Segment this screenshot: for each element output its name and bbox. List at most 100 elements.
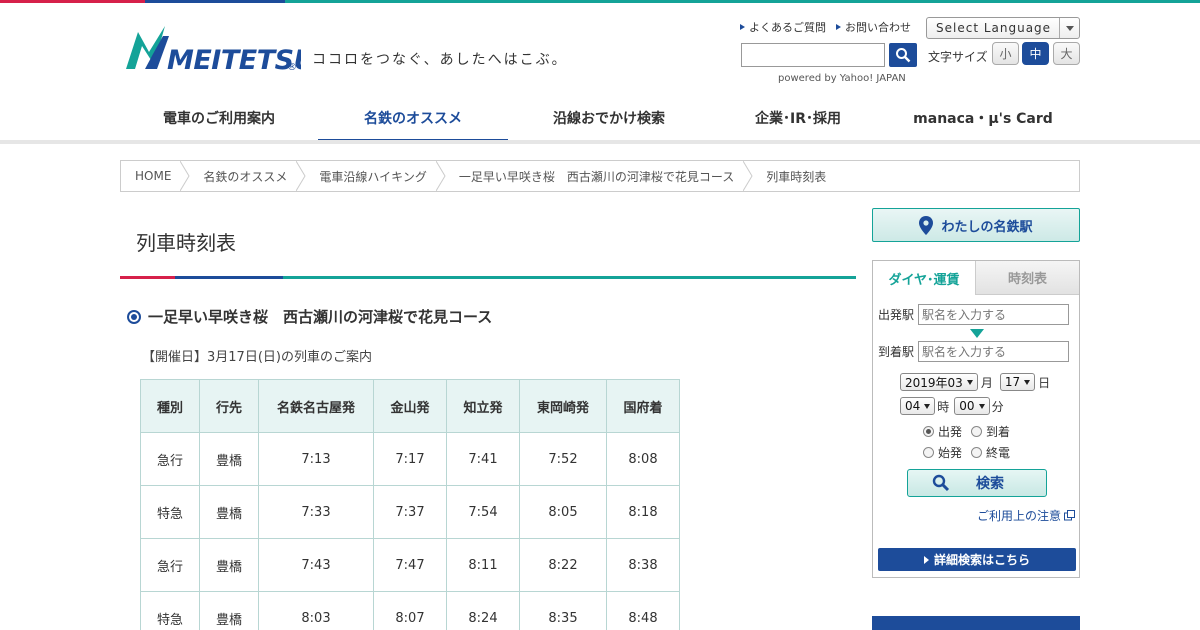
event-date: 【開催日】3月17日(日)の列車のご案内 xyxy=(142,350,372,365)
chevron-down-icon xyxy=(924,403,931,409)
breadcrumb-recommend[interactable]: 名鉄のオススメ xyxy=(189,161,307,191)
radio-last-train[interactable]: 終電 xyxy=(971,444,1019,461)
tab-timetable[interactable]: 時刻表 xyxy=(976,261,1079,295)
site-search-button[interactable] xyxy=(889,43,917,67)
utility-links: よくあるご質問 お問い合わせ xyxy=(740,19,911,35)
table-header: 金山発 xyxy=(373,379,447,433)
font-size-label: 文字サイズ xyxy=(928,50,988,64)
table-cell: 特急 xyxy=(140,485,200,539)
table-cell: 7:43 xyxy=(258,538,374,592)
table-header: 種別 xyxy=(140,379,200,433)
search-icon xyxy=(932,474,950,492)
faq-link[interactable]: よくあるご質問 xyxy=(740,19,826,35)
search-mode-radios: 出発 到着 始発 終電 xyxy=(923,423,1019,461)
nav-outing-search[interactable]: 沿線おでかけ検索 xyxy=(508,95,710,141)
to-station-label: 到着駅 xyxy=(878,345,915,359)
triangle-bullet-icon xyxy=(740,24,745,30)
table-cell: 8:22 xyxy=(519,538,607,592)
font-size-small-button[interactable]: 小 xyxy=(992,42,1019,65)
triangle-bullet-icon xyxy=(836,24,841,30)
table-cell: 8:03 xyxy=(258,591,374,630)
table-header: 東岡崎発 xyxy=(519,379,607,433)
tab-fare[interactable]: ダイヤ･運賃 xyxy=(873,261,976,295)
table-header: 知立発 xyxy=(446,379,520,433)
table-cell: 豊橋 xyxy=(199,538,259,592)
nav-manaca[interactable]: manaca・μ's Card xyxy=(886,95,1080,141)
minute-select[interactable]: 00 xyxy=(954,397,990,415)
day-select[interactable]: 17 xyxy=(999,373,1036,391)
radio-first-train[interactable]: 始発 xyxy=(923,444,971,461)
table-cell: 豊橋 xyxy=(199,591,259,630)
table-cell: 7:52 xyxy=(519,432,607,486)
chevron-down-icon xyxy=(978,403,985,409)
brand-tagline: ココロをつなぐ、あしたへはこぶ。 xyxy=(312,52,568,68)
breadcrumb-current: 列車時刻表 xyxy=(766,169,827,184)
table-cell: 7:47 xyxy=(373,538,447,592)
table-cell: 8:35 xyxy=(519,591,607,630)
my-meitetsu-station-button[interactable]: わたしの名鉄駅 xyxy=(872,208,1080,242)
table-row: 急行 豊橋 7:43 7:47 8:11 8:22 8:38 xyxy=(140,538,680,592)
date-row: 2019年03 月 17 日 xyxy=(900,373,1050,391)
nav-divider xyxy=(0,140,1200,144)
table-header: 国府着 xyxy=(606,379,680,433)
route-search-widget: ダイヤ･運賃 時刻表 出発駅 到着駅 2019年03 月 17 日 04 時 0… xyxy=(872,260,1080,578)
site-search-input[interactable] xyxy=(741,43,885,67)
from-station-label: 出発駅 xyxy=(878,308,915,322)
search-icon xyxy=(896,48,911,63)
triangle-right-icon xyxy=(923,555,929,564)
table-cell: 7:37 xyxy=(373,485,447,539)
table-header: 行先 xyxy=(199,379,259,433)
table-cell: 8:07 xyxy=(373,591,447,630)
table-cell: 8:11 xyxy=(446,538,520,592)
table-cell: 8:38 xyxy=(606,538,680,592)
table-cell: 7:13 xyxy=(258,432,374,486)
from-station-row: 出発駅 xyxy=(878,304,1070,325)
table-cell: 急行 xyxy=(140,538,200,592)
table-cell: 8:08 xyxy=(606,432,680,486)
year-month-select[interactable]: 2019年03 xyxy=(900,373,978,391)
table-row: 急行 豊橋 7:13 7:17 7:41 7:52 8:08 xyxy=(140,432,680,486)
sidebar-panel-header xyxy=(872,616,1080,630)
font-size-medium-button[interactable]: 中 xyxy=(1022,42,1049,65)
breadcrumb-home[interactable]: HOME xyxy=(121,161,190,191)
table-cell: 7:17 xyxy=(373,432,447,486)
breadcrumb: HOME 名鉄のオススメ 電車沿線ハイキング 一足早い早咲き桜 西古瀬川の河津桜… xyxy=(120,160,1080,192)
language-select[interactable]: Select Language xyxy=(926,17,1080,39)
font-size-large-button[interactable]: 大 xyxy=(1053,42,1080,65)
table-cell: 7:33 xyxy=(258,485,374,539)
detailed-search-button[interactable]: 詳細検索はこちら xyxy=(878,548,1076,571)
meitetsu-logo[interactable]: MEITETSU ® xyxy=(123,22,301,74)
hour-select[interactable]: 04 xyxy=(900,397,936,415)
table-cell: 8:05 xyxy=(519,485,607,539)
chevron-down-icon xyxy=(1059,18,1079,38)
route-search-button[interactable]: 検索 xyxy=(907,469,1047,497)
contact-link[interactable]: お問い合わせ xyxy=(836,19,911,35)
breadcrumb-hiking[interactable]: 電車沿線ハイキング xyxy=(305,161,446,191)
global-nav: 電車のご利用案内 名鉄のオススメ 沿線おでかけ検索 企業･IR･採用 manac… xyxy=(120,95,1080,143)
table-cell: 8:24 xyxy=(446,591,520,630)
table-header-row: 種別 行先 名鉄名古屋発 金山発 知立発 東岡崎発 国府着 xyxy=(140,379,680,433)
nav-corporate[interactable]: 企業･IR･採用 xyxy=(710,95,886,141)
page-title: 列車時刻表 xyxy=(136,231,236,255)
radio-arrival[interactable]: 到着 xyxy=(971,423,1019,440)
to-station-row: 到着駅 xyxy=(878,341,1070,362)
nav-recommend[interactable]: 名鉄のオススメ xyxy=(318,95,508,143)
widget-tabs: ダイヤ･運賃 時刻表 xyxy=(873,261,1079,295)
from-station-input[interactable] xyxy=(918,304,1070,325)
table-row: 特急 豊橋 7:33 7:37 7:54 8:05 8:18 xyxy=(140,485,680,539)
nav-train-guide[interactable]: 電車のご利用案内 xyxy=(120,95,318,141)
table-header: 名鉄名古屋発 xyxy=(258,379,374,433)
table-cell: 急行 xyxy=(140,432,200,486)
usage-notice-link[interactable]: ご利用上の注意 xyxy=(977,507,1075,524)
course-heading: 一足早い早咲き桜 西古瀬川の河津桜で花見コース xyxy=(127,306,492,327)
top-color-band xyxy=(0,0,1200,3)
arrow-down-icon xyxy=(970,329,984,338)
map-pin-icon xyxy=(919,215,934,235)
powered-by: powered by Yahoo! JAPAN xyxy=(778,73,906,84)
to-station-input[interactable] xyxy=(918,341,1070,362)
radio-departure[interactable]: 出発 xyxy=(923,423,971,440)
external-link-icon xyxy=(1064,510,1075,521)
timetable: 種別 行先 名鉄名古屋発 金山発 知立発 東岡崎発 国府着 急行 豊橋 7:13… xyxy=(140,379,680,630)
breadcrumb-course[interactable]: 一足早い早咲き桜 西古瀬川の河津桜で花見コース xyxy=(445,161,753,191)
table-cell: 豊橋 xyxy=(199,485,259,539)
